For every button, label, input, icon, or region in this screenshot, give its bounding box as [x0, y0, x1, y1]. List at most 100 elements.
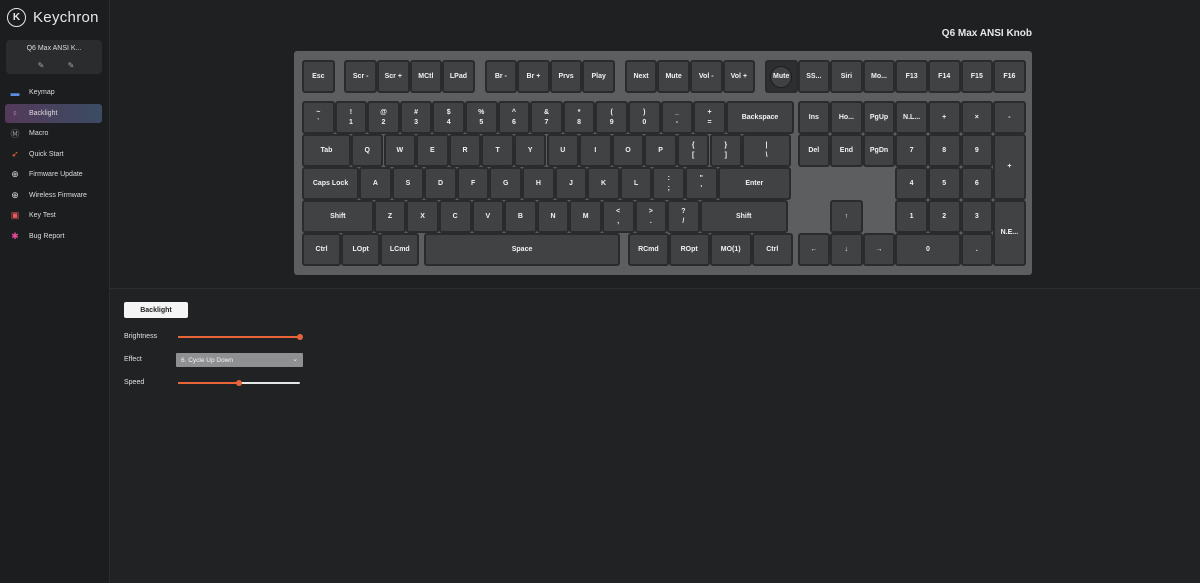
key[interactable]: ~ ` [302, 101, 335, 134]
key[interactable]: T [481, 134, 514, 167]
key[interactable]: - [993, 101, 1026, 134]
key[interactable]: ! 1 [334, 101, 368, 134]
key[interactable]: MO(1) [709, 233, 752, 266]
key[interactable]: Vol + [722, 60, 756, 93]
key[interactable]: S [391, 167, 425, 200]
key[interactable]: _ - [660, 101, 694, 134]
sidebar-item-key-test[interactable]: ▣ Key Test [5, 206, 102, 225]
key[interactable]: Ctrl [751, 233, 793, 266]
device-card[interactable]: Q6 Max ANSI K... ✎ ✎ [6, 40, 102, 74]
key[interactable]: 2 [927, 200, 961, 233]
key[interactable]: <, [601, 200, 635, 233]
key[interactable]: 9 [960, 134, 994, 167]
key[interactable]: #3 [399, 101, 433, 134]
key[interactable]: LOpt [341, 233, 381, 266]
sidebar-item-firmware-update[interactable]: ⊕ Firmware Update [5, 165, 102, 184]
key[interactable]: R [448, 134, 482, 167]
speed-thumb[interactable] [236, 380, 242, 386]
key[interactable]: . [960, 233, 994, 266]
key[interactable]: Esc [302, 60, 335, 93]
key[interactable]: Enter [717, 167, 791, 200]
key[interactable]: Vol - [689, 60, 723, 93]
key[interactable]: ) 0 [628, 101, 661, 134]
brightness-thumb[interactable] [297, 334, 303, 340]
key[interactable]: Shift [302, 200, 374, 233]
key[interactable]: Mo... [862, 60, 896, 93]
key[interactable]: U [546, 134, 580, 167]
key[interactable]: ← [797, 233, 831, 266]
key[interactable]: Scr - [344, 60, 377, 93]
key[interactable]: L [619, 167, 653, 200]
key[interactable]: F [456, 167, 490, 200]
key[interactable]: F16 [993, 60, 1026, 93]
brightness-slider[interactable] [178, 334, 303, 340]
key[interactable]: Space [424, 233, 620, 266]
key[interactable]: 0 [895, 233, 961, 266]
key[interactable]: Mute [657, 60, 690, 93]
key[interactable]: F15 [960, 60, 994, 93]
key[interactable]: * 8 [562, 101, 596, 134]
key[interactable]: × [960, 101, 994, 134]
key[interactable]: SS... [797, 60, 831, 93]
key[interactable]: 8 [927, 134, 961, 167]
key[interactable]: + [993, 134, 1026, 200]
edit-icon[interactable]: ✎ [36, 61, 46, 71]
key[interactable]: G [489, 167, 523, 200]
key[interactable]: J [554, 167, 588, 200]
key[interactable]: C [438, 200, 472, 233]
key[interactable]: ↑ [830, 200, 863, 233]
key[interactable]: N.E... [993, 200, 1026, 266]
key[interactable]: F13 [895, 60, 928, 93]
key[interactable]: Tab [302, 134, 351, 167]
key[interactable]: Y [513, 134, 547, 167]
key[interactable]: " ' [685, 167, 718, 200]
key[interactable]: Ctrl [302, 233, 342, 266]
key[interactable]: Br - [484, 60, 518, 93]
key[interactable]: Backspace [725, 101, 795, 134]
key[interactable]: D [424, 167, 457, 200]
key[interactable]: >. [634, 200, 668, 233]
key[interactable]: @2 [367, 101, 400, 134]
key[interactable]: Shift [699, 200, 788, 233]
key[interactable]: + [927, 101, 961, 134]
key[interactable]: 3 [960, 200, 994, 233]
key[interactable]: A [359, 167, 392, 200]
key[interactable]: 6 [960, 167, 994, 200]
key[interactable]: & 7 [530, 101, 563, 134]
key[interactable]: Next [624, 60, 658, 93]
knob-icon[interactable]: Mute [770, 65, 793, 88]
key[interactable]: Mute [764, 60, 798, 93]
key[interactable]: N [536, 200, 570, 233]
key[interactable]: Ins [797, 101, 831, 134]
key[interactable]: MCtl [409, 60, 443, 93]
key[interactable]: Prvs [549, 60, 583, 93]
key[interactable]: }] [709, 134, 743, 167]
key[interactable]: W [383, 134, 417, 167]
key[interactable]: → [862, 233, 896, 266]
sidebar-item-backlight[interactable]: ♀ Backlight [5, 103, 102, 123]
key[interactable]: (9 [595, 101, 628, 134]
sidebar-item-bug-report[interactable]: ✱ Bug Report [5, 227, 102, 246]
key[interactable]: O [611, 134, 645, 167]
key[interactable]: $4 [432, 101, 465, 134]
key[interactable]: 4 [895, 167, 928, 200]
key[interactable]: + = [693, 101, 726, 134]
key[interactable]: Q [350, 134, 384, 167]
key[interactable]: {[ [676, 134, 710, 167]
key[interactable]: Scr + [376, 60, 410, 93]
key[interactable]: X [406, 200, 439, 233]
key[interactable]: ? / [667, 200, 700, 233]
key[interactable]: LPad [442, 60, 475, 93]
backlight-tab[interactable]: Backlight [124, 302, 188, 318]
key[interactable]: F14 [927, 60, 961, 93]
key[interactable]: | \ [742, 134, 791, 167]
sidebar-item-keymap[interactable]: ▬ Keymap [5, 83, 102, 102]
key[interactable]: Br + [517, 60, 550, 93]
speed-slider[interactable] [178, 380, 300, 386]
key[interactable]: P [644, 134, 677, 167]
key[interactable]: Ho... [830, 101, 863, 134]
key[interactable]: Siri [830, 60, 863, 93]
key[interactable]: B [504, 200, 537, 233]
key[interactable]: ^ 6 [497, 101, 531, 134]
key[interactable]: H [522, 167, 555, 200]
